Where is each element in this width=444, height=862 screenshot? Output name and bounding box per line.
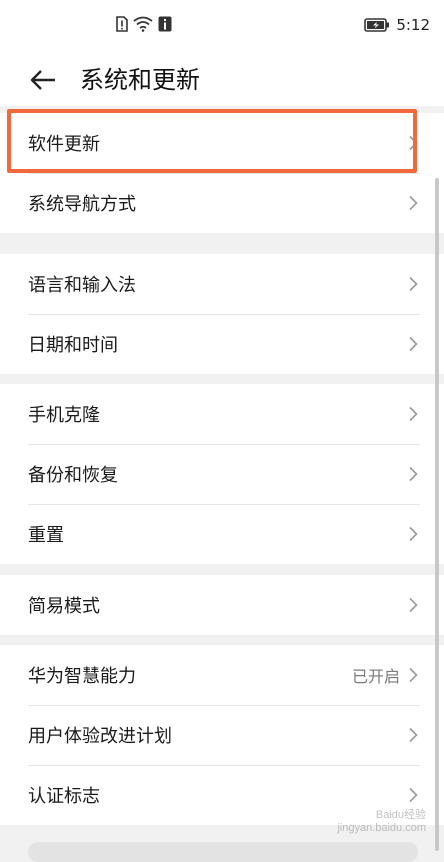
list-item-right (408, 336, 418, 352)
list-item-right (408, 466, 418, 482)
list-item-label: 认证标志 (28, 786, 100, 807)
list-item-right (408, 406, 418, 422)
settings-group-update: 软件更新 系统导航方式 (0, 113, 444, 233)
settings-group-backup: 手机克隆 备份和恢复 重置 (0, 384, 444, 564)
list-item-label: 日期和时间 (28, 335, 118, 356)
list-item-label: 简易模式 (28, 596, 100, 617)
list-item-label: 语言和输入法 (28, 275, 136, 296)
sim-alert-icon (116, 16, 128, 32)
list-item-right (408, 787, 418, 803)
back-arrow-icon (30, 70, 55, 90)
list-item-backup-restore[interactable]: 备份和恢复 (0, 444, 444, 504)
battery-icon (364, 18, 390, 32)
page-title: 系统和更新 (80, 66, 200, 94)
list-item-right (408, 195, 418, 211)
watermark: Baidu经验 jingyan.baidu.com (337, 809, 426, 835)
list-item-software-update[interactable]: 软件更新 (0, 113, 444, 173)
list-item-label: 备份和恢复 (28, 465, 118, 486)
list-item-huawei-ai[interactable]: 华为智慧能力 已开启 (0, 645, 444, 705)
chevron-right-icon (409, 787, 418, 803)
chevron-right-icon (409, 336, 418, 352)
partial-list-card (28, 842, 418, 862)
status-bar: 5:12 (0, 0, 444, 48)
list-item-right (408, 597, 418, 613)
settings-screen: 5:12 系统和更新 软件更新 系统导航方式 语言和输入法 日期和时间 手机克隆… (0, 0, 444, 862)
chevron-right-icon (409, 727, 418, 743)
watermark-line1: Baidu经验 (375, 809, 426, 821)
chevron-right-icon (409, 406, 418, 422)
chevron-right-icon (409, 135, 418, 151)
settings-group-huawei: 华为智慧能力 已开启 用户体验改进计划 认证标志 (0, 645, 444, 825)
list-item-right (408, 135, 418, 151)
watermark-line2: jingyan.baidu.com (337, 822, 426, 834)
list-item-reset[interactable]: 重置 (0, 504, 444, 564)
list-item-system-navigation[interactable]: 系统导航方式 (0, 173, 444, 233)
chevron-right-icon (409, 466, 418, 482)
list-item-label: 系统导航方式 (28, 194, 136, 215)
list-item-right (408, 526, 418, 542)
back-button[interactable] (28, 66, 58, 94)
notification-icon (158, 16, 172, 32)
list-item-right (408, 276, 418, 292)
wifi-icon (133, 16, 153, 32)
list-item-label: 用户体验改进计划 (28, 726, 172, 747)
list-item-user-experience[interactable]: 用户体验改进计划 (0, 705, 444, 765)
chevron-right-icon (409, 667, 418, 683)
chevron-right-icon (409, 526, 418, 542)
status-right: 5:12 (364, 16, 430, 34)
chevron-right-icon (409, 597, 418, 613)
title-bar: 系统和更新 (0, 56, 444, 104)
list-item-language-input[interactable]: 语言和输入法 (0, 254, 444, 314)
chevron-right-icon (409, 276, 418, 292)
list-item-date-time[interactable]: 日期和时间 (0, 314, 444, 374)
list-item-right (408, 727, 418, 743)
list-item-label: 软件更新 (28, 134, 100, 155)
list-item-label: 华为智慧能力 (28, 666, 136, 687)
status-value: 已开启 (351, 667, 400, 686)
chevron-right-icon (409, 195, 418, 211)
status-time: 5:12 (396, 16, 430, 34)
status-icons (116, 16, 172, 32)
scrollbar[interactable] (435, 178, 439, 851)
list-item-simple-mode[interactable]: 简易模式 (0, 575, 444, 635)
list-item-phone-clone[interactable]: 手机克隆 (0, 384, 444, 444)
list-item-right: 已开启 (352, 663, 418, 687)
header: 5:12 系统和更新 (0, 0, 444, 106)
list-item-label: 重置 (28, 525, 64, 546)
settings-group-simple-mode: 简易模式 (0, 575, 444, 635)
list-item-label: 手机克隆 (28, 405, 100, 426)
settings-group-language: 语言和输入法 日期和时间 (0, 254, 444, 374)
